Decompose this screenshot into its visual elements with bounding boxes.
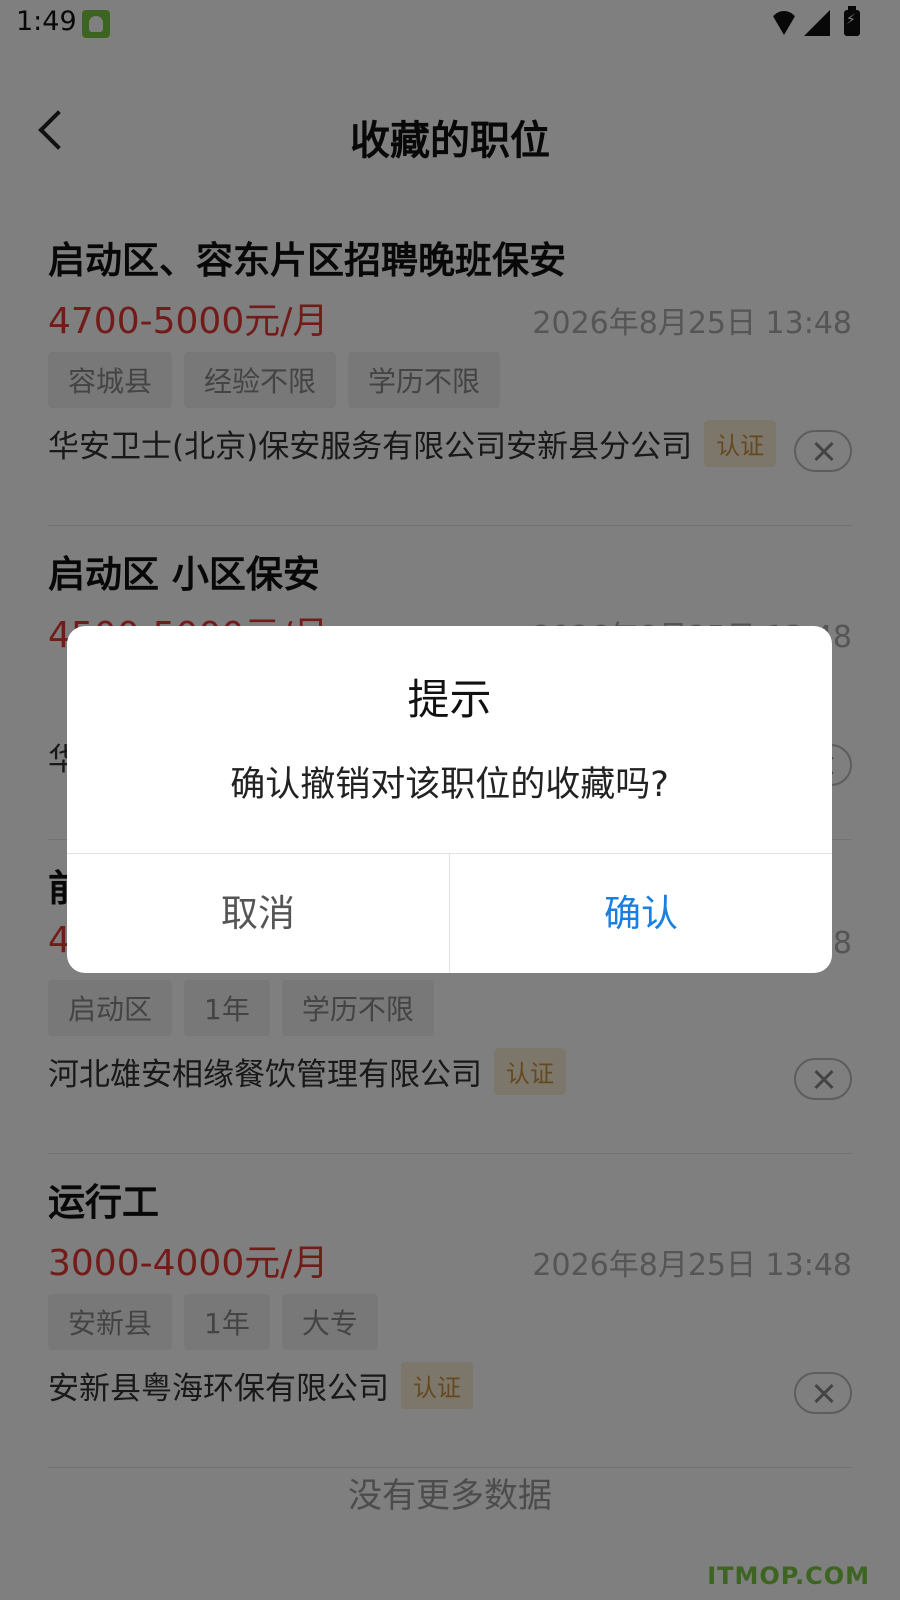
confirm-dialog: 提示 确认撤销对该职位的收藏吗? 取消 确认: [67, 626, 832, 973]
dialog-title: 提示: [407, 675, 492, 724]
cancel-button[interactable]: 取消: [67, 854, 449, 973]
confirm-button[interactable]: 确认: [450, 854, 832, 973]
dialog-message: 确认撤销对该职位的收藏吗?: [230, 765, 669, 805]
